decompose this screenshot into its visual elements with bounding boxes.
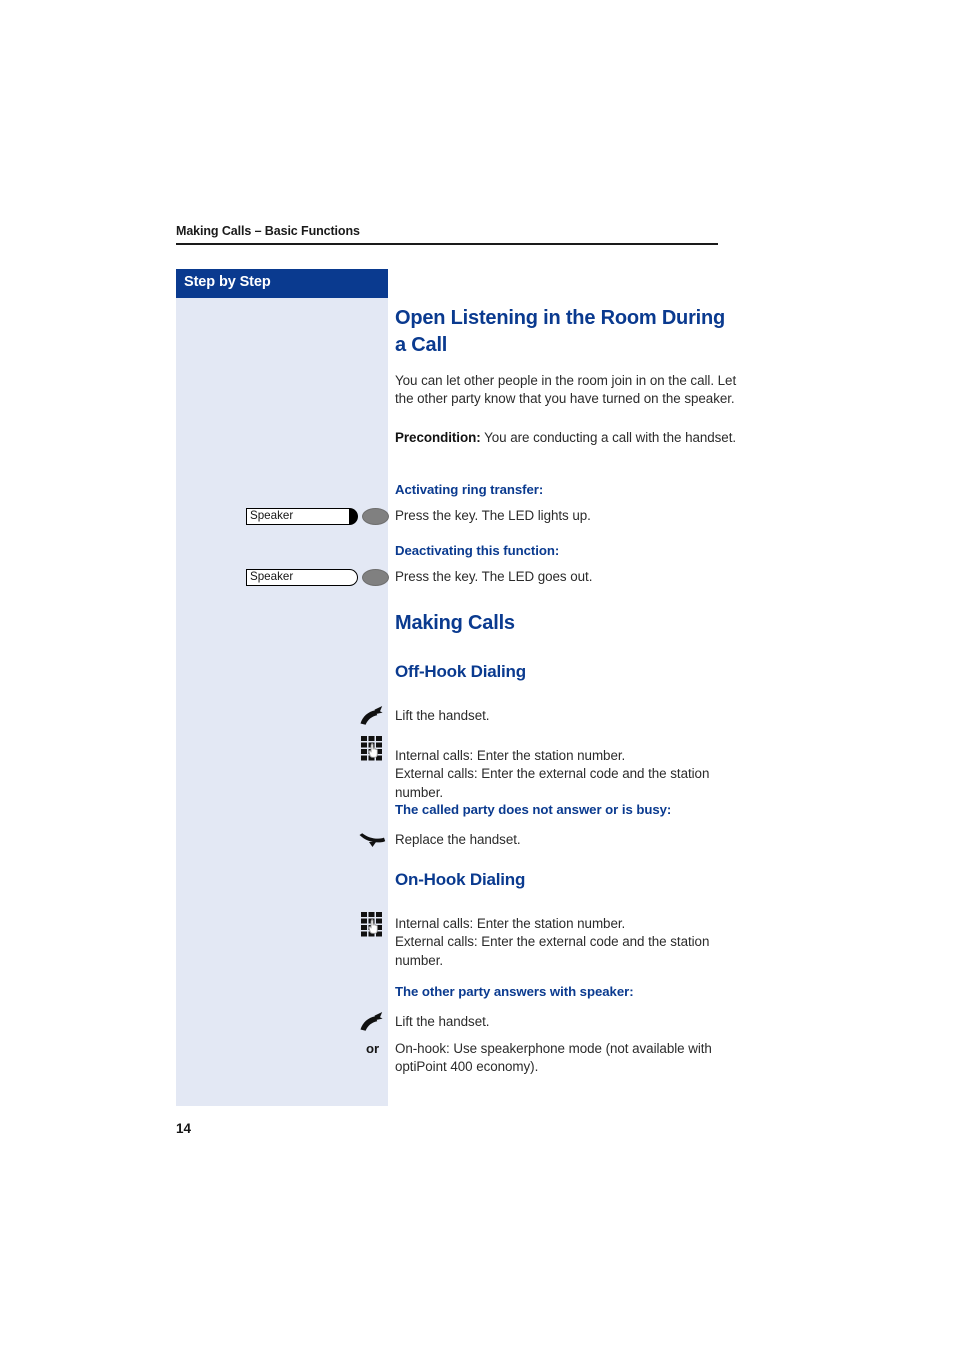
- replace-handset-icon: [357, 826, 387, 852]
- header-rule: [176, 243, 718, 245]
- precondition-text: You are conducting a call with the hands…: [480, 430, 737, 445]
- on-hook-step-enter-number: Internal calls: Enter the station number…: [395, 916, 710, 968]
- page-number: 14: [176, 1121, 192, 1136]
- lift-handset-icon: [357, 1009, 387, 1035]
- open-listening-intro: You can let other people in the room joi…: [395, 373, 737, 407]
- or-connector-label: or: [366, 1041, 380, 1056]
- step-by-step-sidebar: [176, 269, 388, 1106]
- run-in-heading-called-party-no-answer: The called party does not answer or is b…: [395, 802, 672, 817]
- subsection-heading-on-hook-dialing: On-Hook Dialing: [395, 870, 526, 889]
- run-in-heading-deactivating-function: Deactivating this function:: [395, 543, 560, 558]
- section-heading-open-listening: Open Listening in the Room During a Call: [395, 307, 726, 356]
- on-hook-step-lift-handset: Lift the handset.: [395, 1014, 490, 1029]
- subsection-heading-off-hook-dialing: Off-Hook Dialing: [395, 662, 526, 681]
- run-in-heading-other-party-answers: The other party answers with speaker:: [395, 984, 634, 999]
- section-heading-making-calls: Making Calls: [395, 612, 515, 634]
- speaker-key-bulb-icon: [362, 569, 389, 586]
- run-in-heading-activating-ring-transfer: Activating ring transfer:: [395, 482, 544, 497]
- keypad-icon: [360, 735, 390, 761]
- step-by-step-banner: Step by Step: [176, 269, 388, 298]
- document-page: Making Calls – Basic Functions Step by S…: [0, 0, 954, 1351]
- deactivating-function-text: Press the key. The LED goes out.: [395, 569, 593, 584]
- step-by-step-banner-label: Step by Step: [184, 274, 271, 290]
- lift-handset-icon: [357, 703, 387, 729]
- speaker-key-label: Speaker: [250, 570, 294, 583]
- off-hook-step-replace-handset: Replace the handset.: [395, 832, 521, 847]
- speaker-key-bulb-icon: [362, 508, 389, 525]
- running-head: Making Calls – Basic Functions: [176, 224, 360, 238]
- precondition-label: Precondition:: [395, 430, 481, 445]
- keypad-icon: [360, 911, 390, 937]
- off-hook-step-enter-number: Internal calls: Enter the station number…: [395, 748, 710, 800]
- on-hook-step-speakerphone: On-hook: Use speakerphone mode (not avai…: [395, 1041, 712, 1075]
- activating-ring-transfer-text: Press the key. The LED lights up.: [395, 508, 591, 523]
- speaker-key-label: Speaker: [250, 509, 294, 522]
- open-listening-precondition: Precondition: You are conducting a call …: [395, 429, 747, 447]
- off-hook-step-lift-handset: Lift the handset.: [395, 708, 490, 723]
